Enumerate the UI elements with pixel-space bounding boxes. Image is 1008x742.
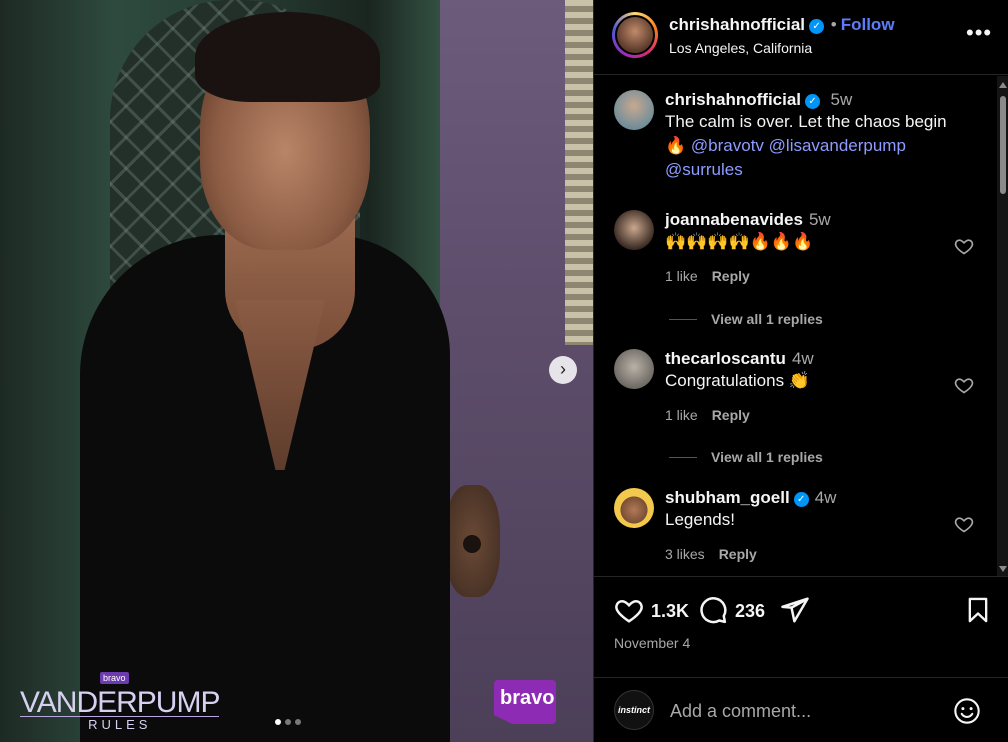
carousel-dot-3: [295, 719, 301, 725]
view-replies-button[interactable]: View all 1 replies: [669, 449, 823, 465]
comment-username[interactable]: joannabenavides: [665, 210, 803, 229]
comment-likes[interactable]: 1 like: [665, 268, 698, 284]
comment-avatar[interactable]: [614, 488, 654, 528]
comment-meta: 3 likes Reply: [665, 546, 965, 562]
comment-username[interactable]: thecarloscantu: [665, 349, 786, 368]
carousel-next-button[interactable]: ›: [549, 356, 577, 384]
add-comment-input[interactable]: [670, 698, 920, 724]
comment-time[interactable]: 5w: [809, 210, 831, 229]
comment-time[interactable]: 4w: [792, 349, 814, 368]
scroll-up-icon[interactable]: [999, 82, 1007, 88]
verified-badge-icon: ✓: [805, 94, 821, 109]
comment-bubble-icon[interactable]: [698, 595, 728, 625]
reply-button[interactable]: Reply: [712, 407, 750, 423]
photo-doorknob: [445, 485, 500, 597]
post-location[interactable]: Los Angeles, California: [669, 40, 812, 56]
emoji-smiley-icon[interactable]: [953, 697, 981, 725]
chevron-right-icon: ›: [560, 359, 566, 379]
comment-text: 🙌🙌🙌🙌🔥🔥🔥: [665, 232, 814, 251]
comment-text: Congratulations 👏: [665, 371, 810, 390]
comment-body: thecarloscantu 4w Congratulations 👏 1 lik…: [665, 349, 965, 423]
comments-scrollbar[interactable]: [997, 76, 1008, 576]
comment-text: Legends!: [665, 510, 735, 529]
caption-username[interactable]: chrishahnofficial: [665, 90, 801, 109]
mention-link[interactable]: @lisavanderpump: [769, 136, 906, 155]
author-username-row: chrishahnofficial ✓ • Follow: [669, 15, 895, 35]
post-actions: 1.3K 236 November 4 instinct: [594, 576, 1008, 742]
mention-link[interactable]: @surrules: [665, 160, 743, 179]
photo-frame: [565, 0, 593, 345]
show-logo-network: bravo: [100, 672, 129, 684]
comment-avatar[interactable]: [614, 349, 654, 389]
reply-button[interactable]: Reply: [712, 268, 750, 284]
view-replies-label: View all 1 replies: [711, 449, 823, 465]
caption-time[interactable]: 5w: [830, 90, 852, 109]
current-user-avatar[interactable]: instinct: [614, 690, 654, 730]
heart-icon[interactable]: [954, 514, 974, 534]
author-avatar[interactable]: [612, 12, 658, 58]
comment-meta: 1 like Reply: [665, 407, 965, 423]
network-logo: bravo: [494, 680, 556, 724]
caption-body: chrishahnofficial ✓ 5w The calm is over. …: [665, 90, 965, 182]
author-username[interactable]: chrishahnofficial: [669, 15, 805, 34]
header-separator: •: [830, 15, 837, 34]
comment-body: joannabenavides 5w 🙌🙌🙌🙌🔥🔥🔥 1 like Reply: [665, 210, 965, 284]
view-replies-button[interactable]: View all 1 replies: [669, 311, 823, 327]
comment-time[interactable]: 4w: [815, 488, 837, 507]
caption-text: The calm is over. Let the chaos begin 🔥 …: [665, 110, 965, 182]
comment-body: shubham_goell ✓ 4w Legends! 3 likes Reply: [665, 488, 965, 562]
post-panel: chrishahnofficial ✓ • Follow Los Angeles, …: [593, 0, 1008, 742]
share-paper-plane-icon[interactable]: [780, 595, 810, 625]
post-date[interactable]: November 4: [614, 635, 690, 651]
carousel-dots: [275, 719, 301, 725]
show-logo: bravo VANDERPUMP RULES: [20, 672, 220, 732]
heart-icon[interactable]: [954, 236, 974, 256]
comments-count[interactable]: 236: [735, 601, 765, 622]
comments-list: chrishahnofficial ✓ 5w The calm is over. …: [594, 76, 1008, 576]
carousel-dot-1: [275, 719, 281, 725]
view-replies-label: View all 1 replies: [711, 311, 823, 327]
add-comment-bar: instinct: [594, 677, 1008, 742]
heart-icon[interactable]: [954, 375, 974, 395]
network-logo-text: bravo: [500, 687, 555, 709]
scroll-down-icon[interactable]: [999, 566, 1007, 572]
like-heart-icon[interactable]: [614, 595, 644, 625]
comment-likes[interactable]: 1 like: [665, 407, 698, 423]
verified-badge-icon: ✓: [793, 492, 809, 507]
more-horizontal-icon: •••: [966, 20, 993, 45]
show-logo-title: VANDERPUMP: [20, 686, 220, 719]
post-media[interactable]: bravo VANDERPUMP RULES bravo ›: [0, 0, 593, 742]
save-bookmark-icon[interactable]: [964, 595, 992, 625]
comment-likes[interactable]: 3 likes: [665, 546, 705, 562]
post-header: chrishahnofficial ✓ • Follow Los Angeles, …: [594, 0, 1008, 75]
photo-hair: [195, 12, 380, 102]
comment-username[interactable]: shubham_goell: [665, 488, 790, 507]
comment-avatar[interactable]: [614, 210, 654, 250]
carousel-dot-2: [285, 719, 291, 725]
reply-button[interactable]: Reply: [719, 546, 757, 562]
caption-avatar[interactable]: [614, 90, 654, 130]
mention-link[interactable]: @bravotv: [691, 136, 764, 155]
more-options-button[interactable]: •••: [966, 20, 992, 46]
follow-button[interactable]: Follow: [841, 15, 895, 34]
scrollbar-thumb[interactable]: [1000, 96, 1006, 194]
likes-count[interactable]: 1.3K: [651, 601, 689, 622]
verified-badge-icon: ✓: [809, 19, 825, 34]
comment-meta: 1 like Reply: [665, 268, 965, 284]
